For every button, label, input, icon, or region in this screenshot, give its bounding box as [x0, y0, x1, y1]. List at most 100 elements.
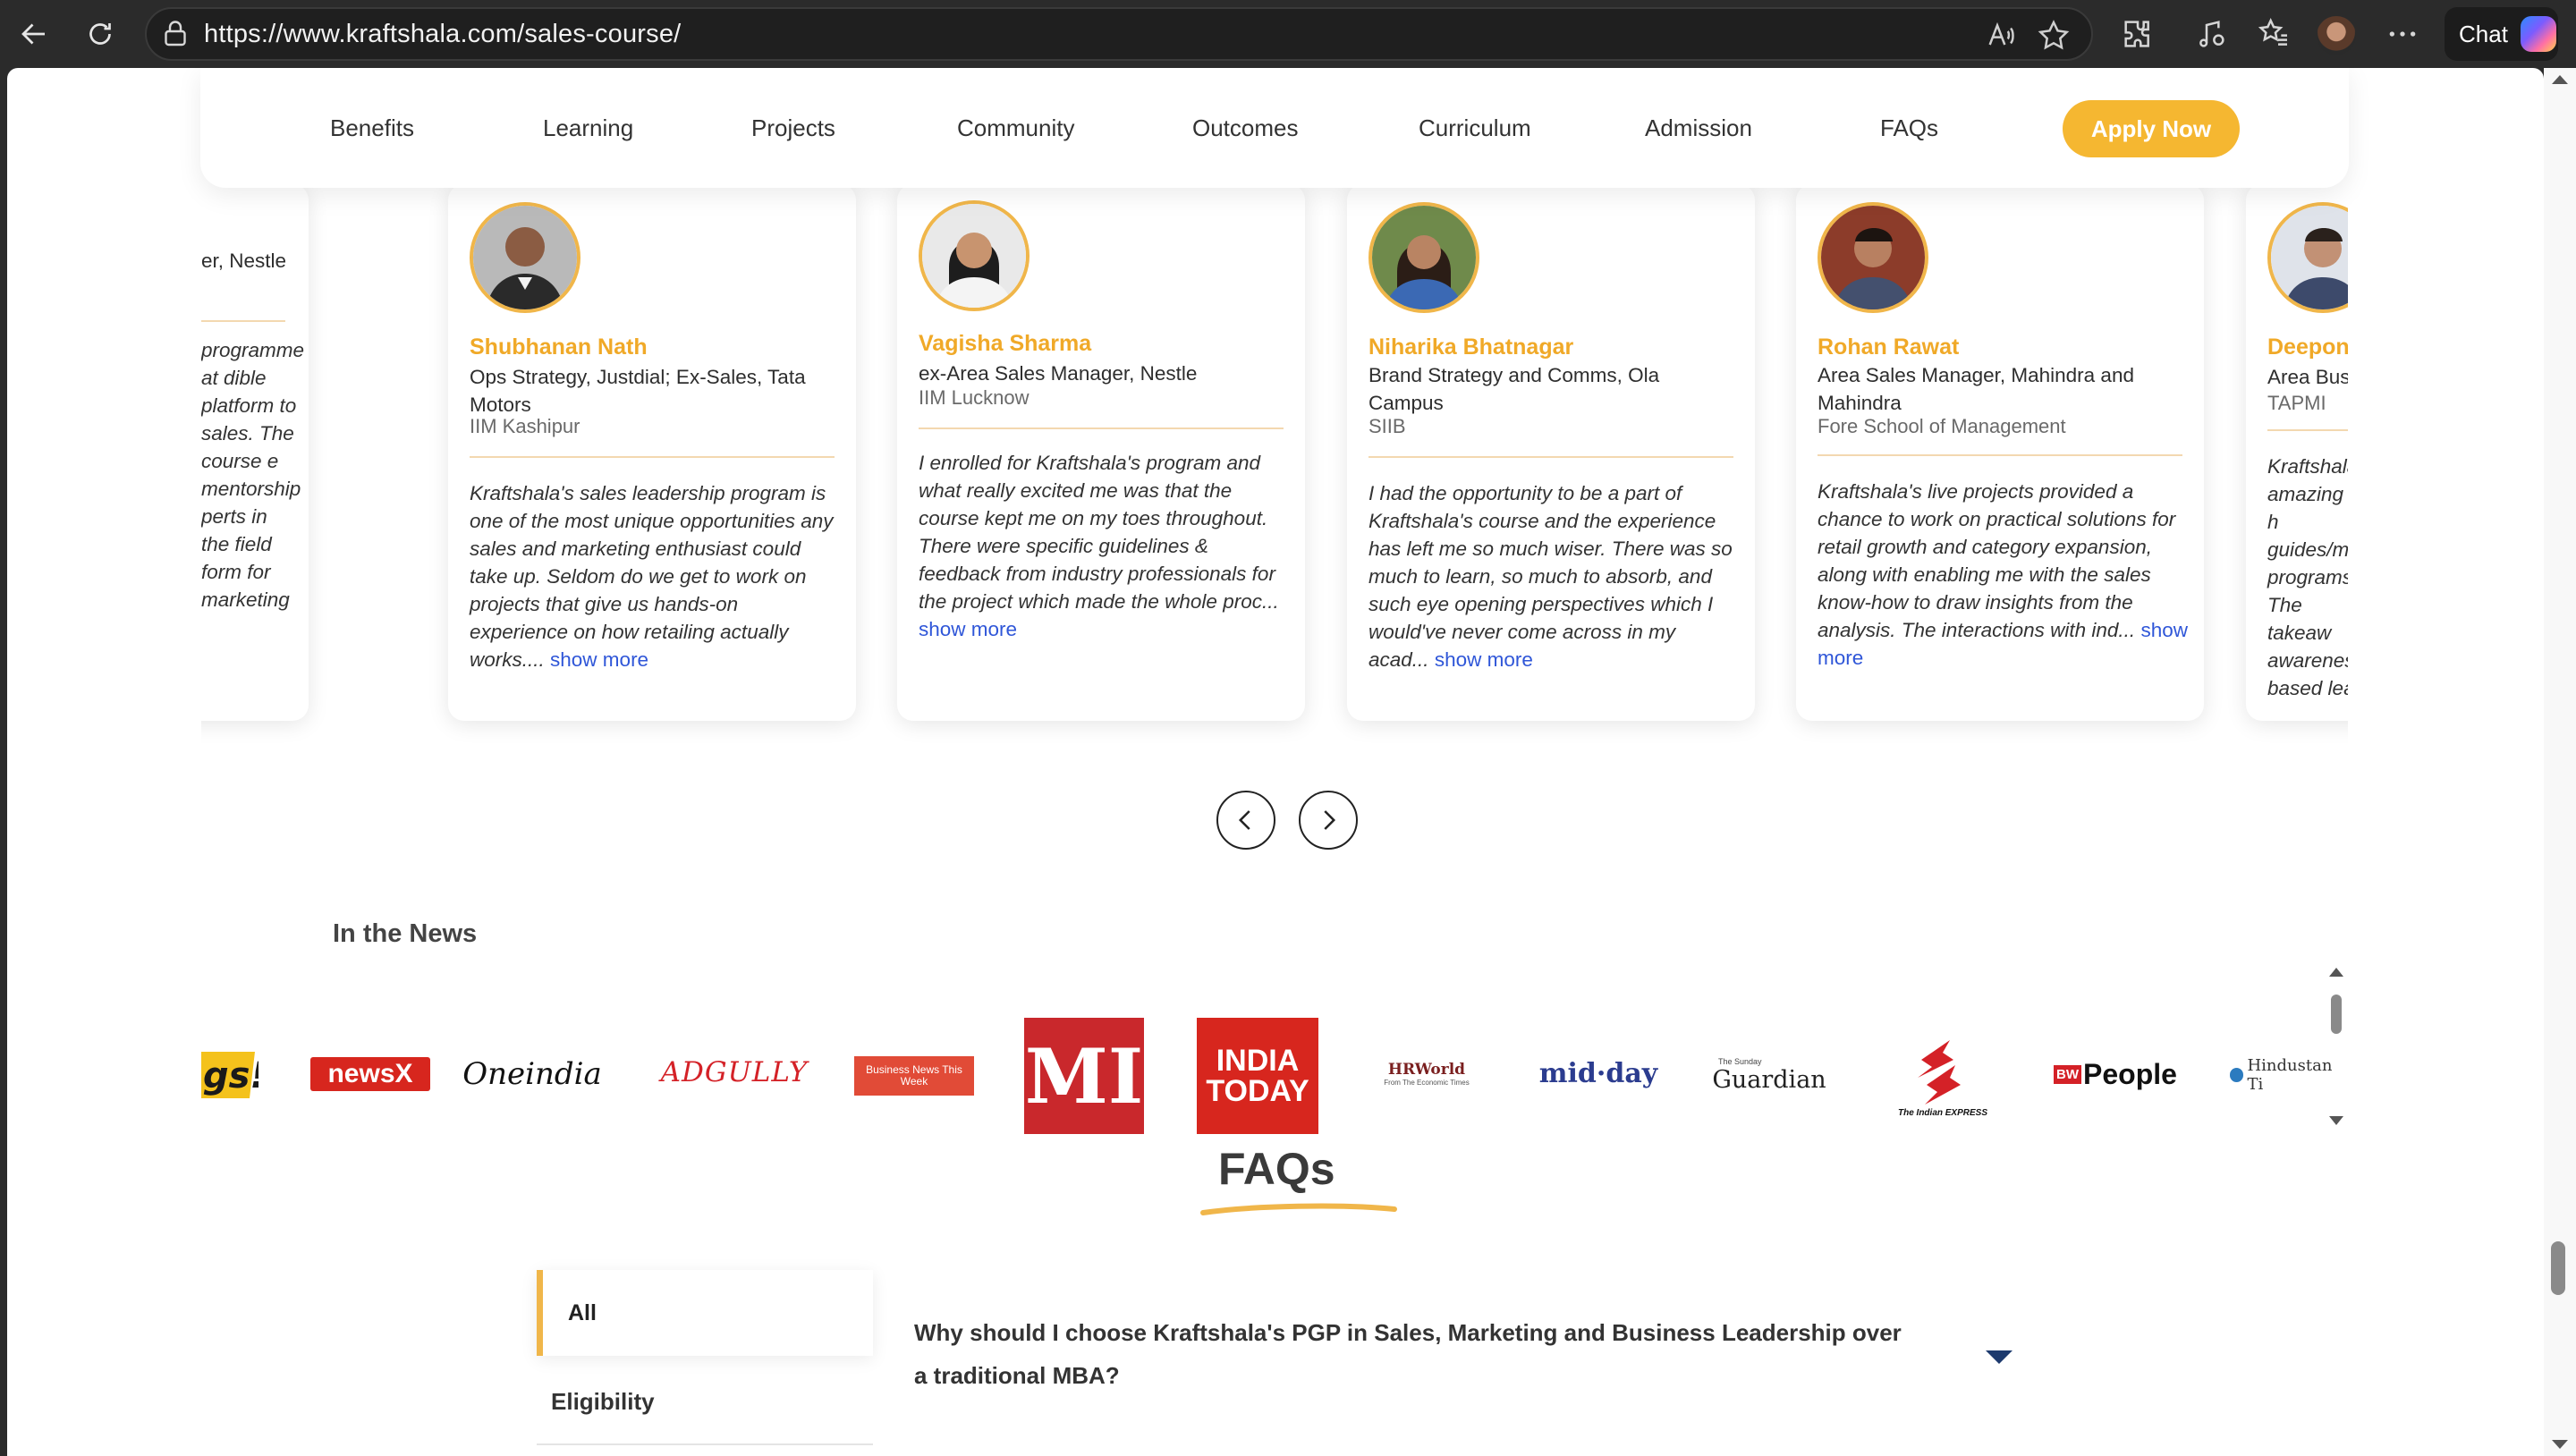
faq-tab-all[interactable]: All [537, 1270, 873, 1356]
divider [2267, 429, 2348, 431]
testimonial-quote: I had the opportunity to be a part of Kr… [1368, 479, 1739, 673]
testimonial-card: Shubhanan Nath Ops Strategy, Justdial; E… [448, 184, 856, 721]
india-today-line-2: TODAY [1206, 1074, 1309, 1108]
testimonial-carousel: er, Nestle programme at dible platform t… [201, 184, 2348, 792]
news-logo-adgully: ADGULLY [660, 1056, 809, 1088]
news-logo-guardian: The Sunday Guardian [1709, 1054, 1829, 1096]
testimonial-card: Vagisha Sharma ex-Area Sales Manager, Ne… [897, 184, 1305, 721]
news-logo-strip: gs! newsX Oneindia ADGULLY Business News… [201, 943, 2348, 1157]
testimonial-card: er, Nestle programme at dible platform t… [201, 184, 309, 721]
page-scrollbar[interactable] [2544, 68, 2576, 1456]
carousel-next-button[interactable] [1299, 791, 1358, 850]
faq-heading-underline [1200, 1203, 1397, 1215]
testimonial-school: Fore School of Management [1818, 415, 2066, 437]
testimonial-quote: Kraftshala's live projects provided a ch… [1818, 478, 2188, 672]
url-text[interactable]: https://www.kraftshala.com/sales-course/ [204, 20, 681, 49]
ht-globe-icon [2230, 1068, 2244, 1082]
nav-faqs[interactable]: FAQs [1880, 114, 1938, 142]
scroll-down-arrow[interactable] [2552, 1440, 2568, 1449]
refresh-icon[interactable] [75, 9, 125, 59]
scroll-up-arrow[interactable] [2552, 75, 2568, 84]
lock-icon[interactable] [159, 18, 191, 50]
testimonial-card: Niharika Bhatnagar Brand Strategy and Co… [1347, 184, 1755, 721]
chat-label: Chat [2459, 20, 2508, 47]
media-icon[interactable] [2193, 16, 2229, 52]
testimonial-school: IIM Kashipur [470, 415, 580, 437]
news-logo-mi: MI [1024, 1018, 1144, 1134]
divider [201, 320, 285, 322]
nav-benefits[interactable]: Benefits [330, 114, 414, 142]
testimonial-quote: I enrolled for Kraftshala's program and … [919, 449, 1289, 643]
back-icon[interactable] [9, 9, 59, 59]
address-bar[interactable]: https://www.kraftshala.com/sales-course/ [145, 7, 2093, 61]
avatar [919, 200, 1030, 311]
copilot-icon [2520, 16, 2556, 52]
divider [470, 456, 835, 458]
faq-question[interactable]: Why should I choose Kraftshala's PGP in … [914, 1311, 1916, 1397]
read-aloud-icon[interactable] [1984, 18, 2020, 54]
browser-toolbar: https://www.kraftshala.com/sales-course/… [0, 0, 2576, 68]
testimonial-name: Rohan Rawat [1818, 334, 1960, 360]
news-logo-hrworld: HRWorld From The Economic Times [1371, 1055, 1482, 1091]
avatar [1368, 202, 1479, 313]
nav-community[interactable]: Community [957, 114, 1074, 142]
nav-outcomes[interactable]: Outcomes [1192, 114, 1299, 142]
testimonial-role: Area Busir [2267, 366, 2348, 388]
news-logo-gs: gs! [201, 1048, 258, 1102]
apply-now-button[interactable]: Apply Now [2063, 100, 2240, 157]
news-logo-bw-people: BW People [2053, 1054, 2178, 1095]
faq-tab-eligibility-label: Eligibility [551, 1388, 655, 1415]
news-strip-scrollbar[interactable] [2326, 962, 2347, 1132]
hrworld-text: HRWorld [1387, 1060, 1466, 1079]
testimonial-quote: Kraftshala amazing h guides/m programs T… [2267, 455, 2348, 699]
testimonial-role: Brand Strategy and Comms, Ola Campus [1368, 364, 1660, 414]
nav-curriculum[interactable]: Curriculum [1419, 114, 1531, 142]
scrollbar-thumb[interactable] [2551, 1241, 2565, 1295]
testimonial-name: Deepon [2267, 334, 2348, 360]
carousel-prev-button[interactable] [1216, 791, 1275, 850]
favorite-star-icon[interactable] [2036, 18, 2072, 54]
news-logo-midday: mid·day [1538, 1057, 1658, 1089]
testimonial-name: Vagisha Sharma [919, 331, 1092, 356]
testimonial-quote: Kraftshala's sales leadership program is… [470, 479, 840, 673]
guardian-small-text: The Sunday [1718, 1056, 1762, 1066]
testimonial-school: IIM Lucknow [919, 386, 1030, 409]
testimonial-role: Ops Strategy, Justdial; Ex-Sales, Tata M… [470, 366, 806, 416]
news-logo-indian-express: The Indian EXPRESS [1883, 1020, 2003, 1136]
testimonial-school: SIIB [1368, 415, 1406, 437]
news-logo-oneindia: Oneindia [462, 1056, 602, 1092]
extensions-icon[interactable] [2120, 16, 2156, 52]
faq-tab-eligibility[interactable]: Eligibility [537, 1356, 873, 1445]
guardian-text: Guardian [1712, 1065, 1826, 1094]
section-navbar: Benefits Learning Projects Community Out… [200, 68, 2349, 188]
news-logo-bnw: Business News This Week [854, 1056, 974, 1096]
avatar [470, 202, 580, 313]
faq-heading: FAQs [1218, 1144, 1335, 1194]
nav-learning[interactable]: Learning [543, 114, 633, 142]
chevron-left-icon [1238, 810, 1250, 830]
testimonial-card: Deepon Area Busir TAPMI Kraftshala amazi… [2246, 184, 2348, 721]
quote-text: Kraftshala's live projects provided a ch… [1818, 480, 2176, 641]
testimonial-quote: programme at dible platform to sales. Th… [201, 339, 305, 611]
divider [919, 427, 1284, 429]
nav-projects[interactable]: Projects [751, 114, 835, 142]
show-more-link[interactable]: show more [919, 618, 1017, 640]
svg-text:gs!: gs! [203, 1055, 258, 1096]
divider [1818, 454, 2182, 456]
show-more-link[interactable]: show more [1435, 648, 1533, 671]
news-logo-newsx: newsX [310, 1057, 430, 1091]
chat-button[interactable]: Chat [2445, 7, 2558, 61]
nav-admission[interactable]: Admission [1645, 114, 1752, 142]
show-more-link[interactable]: show more [550, 648, 648, 671]
profile-avatar[interactable] [2317, 16, 2356, 55]
indian-express-mark [1918, 1039, 1961, 1105]
avatar [1818, 202, 1928, 313]
quote-text: I had the opportunity to be a part of Kr… [1368, 482, 1733, 671]
faq-tab-all-label: All [568, 1300, 597, 1325]
testimonial-role: Area Sales Manager, Mahindra and Mahindr… [1818, 364, 2134, 414]
testimonial-card: Rohan Rawat Area Sales Manager, Mahindra… [1796, 184, 2204, 721]
more-options-icon[interactable] [2385, 16, 2420, 52]
testimonial-name: Niharika Bhatnagar [1368, 334, 1574, 360]
caret-down-icon[interactable] [1986, 1350, 2012, 1364]
favorites-icon[interactable] [2256, 16, 2292, 52]
